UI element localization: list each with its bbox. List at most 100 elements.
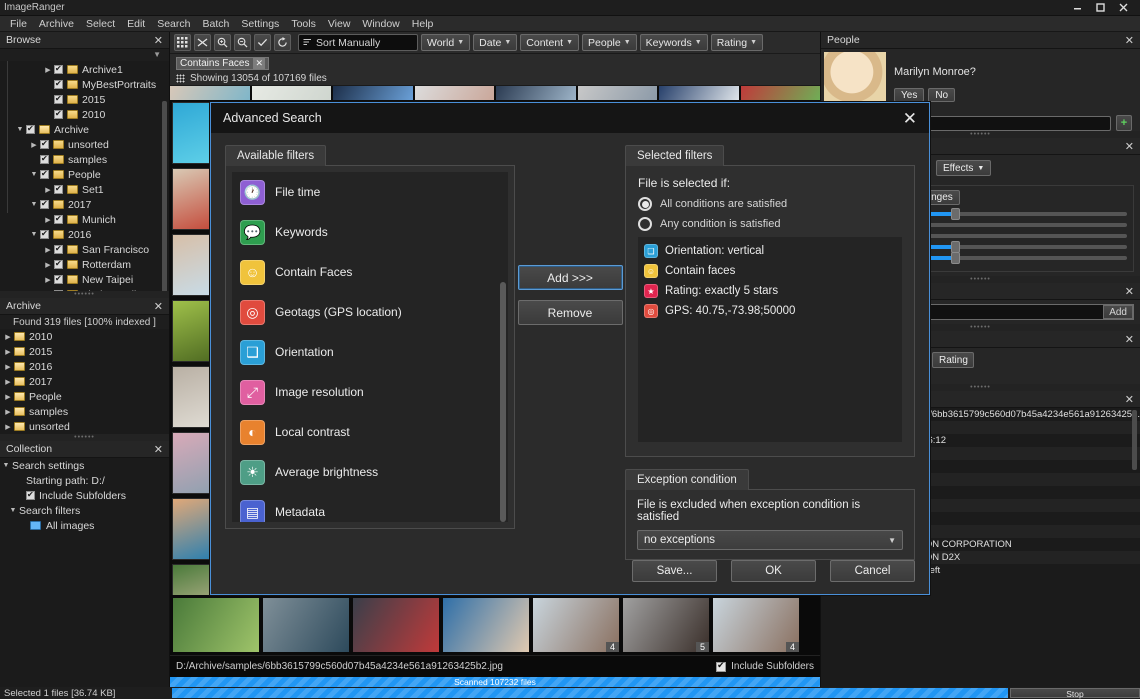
exif-scrollbar[interactable]	[1132, 410, 1137, 470]
tree-scrollbar[interactable]	[162, 101, 167, 291]
dropdown-rating[interactable]: Rating▼	[711, 34, 763, 51]
available-filter-row[interactable]: ☀Average brightness	[232, 452, 508, 492]
exif-close-icon[interactable]: ✕	[1125, 393, 1134, 406]
zoom-out-icon[interactable]	[234, 34, 251, 51]
add-filter-button[interactable]: Add >>>	[518, 265, 623, 290]
chevron-right-icon[interactable]: ▶	[2, 363, 14, 371]
filmstrip-thumbnail[interactable]: 5	[623, 598, 709, 652]
stop-button[interactable]: Stop	[1010, 688, 1140, 698]
minimize-icon[interactable]	[1071, 2, 1084, 13]
tree-item[interactable]: ▶2015	[0, 92, 169, 107]
filter-chip-contains-faces[interactable]: Contains Faces ✕	[176, 57, 269, 70]
filmstrip-thumbnail[interactable]	[353, 598, 439, 652]
chevron-right-icon[interactable]: ▶	[42, 216, 54, 224]
filmstrip-thumbnail[interactable]	[173, 598, 259, 652]
tree-item[interactable]: ▼Archive	[0, 122, 169, 137]
chevron-right-icon[interactable]: ▶	[2, 408, 14, 416]
chevron-right-icon[interactable]: ▶	[2, 333, 14, 341]
thumbnail-item[interactable]	[496, 86, 576, 100]
chip-close-icon[interactable]: ✕	[253, 58, 265, 69]
available-list-scrollbar[interactable]	[500, 282, 506, 522]
filmstrip-thumbnail[interactable]	[263, 598, 349, 652]
tab-selected-filters[interactable]: Selected filters	[625, 145, 724, 166]
tree-item-checkbox[interactable]	[26, 125, 35, 134]
tree-item[interactable]: ▶Archive1	[0, 62, 169, 77]
archive-item[interactable]: ▶2010	[0, 329, 169, 344]
effects-button[interactable]: Effects ▼	[936, 160, 991, 176]
archive-item[interactable]: ▶2016	[0, 359, 169, 374]
chevron-down-icon-2[interactable]: ▼	[7, 507, 19, 514]
menu-item-archive[interactable]: Archive	[33, 16, 80, 32]
tree-item[interactable]: ▼2016	[0, 227, 169, 242]
ok-button[interactable]: OK	[731, 560, 816, 582]
available-filter-row[interactable]: ▤Metadata	[232, 492, 508, 522]
tree-item-checkbox[interactable]	[54, 290, 63, 291]
tree-item[interactable]: ▶unsorted	[0, 137, 169, 152]
tree-item-checkbox[interactable]	[54, 95, 63, 104]
splitter-grip[interactable]: ••••••	[0, 291, 169, 298]
chevron-down-icon[interactable]: ▼	[28, 231, 40, 238]
radio-all-conditions[interactable]: All conditions are satisfied	[638, 197, 902, 211]
selected-filters-list[interactable]: ❑Orientation: vertical☺Contain faces★Rat…	[638, 237, 902, 442]
archive-item[interactable]: ▶2017	[0, 374, 169, 389]
tree-item-checkbox[interactable]	[54, 275, 63, 284]
filmstrip-thumbnail[interactable]	[443, 598, 529, 652]
tree-item-checkbox[interactable]	[54, 260, 63, 269]
chevron-right-icon[interactable]: ▶	[28, 141, 40, 149]
grid-icon[interactable]	[174, 34, 191, 51]
dropdown-keywords[interactable]: Keywords▼	[640, 34, 708, 51]
available-filter-row[interactable]: 💬Keywords	[232, 212, 508, 252]
dropdown-date[interactable]: Date▼	[473, 34, 517, 51]
tree-item-checkbox[interactable]	[54, 185, 63, 194]
chevron-down-icon[interactable]: ▼	[28, 171, 40, 178]
exception-select[interactable]: no exceptions ▼	[637, 530, 903, 550]
tree-item[interactable]: ▶San Francisco	[0, 242, 169, 257]
tree-item[interactable]: ▶Florianopolis	[0, 287, 169, 291]
chevron-right-icon[interactable]: ▶	[2, 378, 14, 386]
chevron-right-icon[interactable]: ▶	[42, 186, 54, 194]
thumbnail-item[interactable]	[333, 86, 413, 100]
chevron-right-icon[interactable]: ▶	[2, 393, 14, 401]
tree-item-checkbox[interactable]	[40, 155, 49, 164]
cancel-button[interactable]: Cancel	[830, 560, 915, 582]
menu-item-select[interactable]: Select	[80, 16, 121, 32]
tree-item-checkbox[interactable]	[54, 215, 63, 224]
tab-exception-condition[interactable]: Exception condition	[625, 469, 749, 490]
tree-item-checkbox[interactable]	[54, 65, 63, 74]
available-filter-row[interactable]: ◐Local contrast	[232, 412, 508, 452]
refresh-icon[interactable]	[274, 34, 291, 51]
collection-include-subfolders[interactable]: ▶ Include Subfolders	[0, 488, 169, 503]
selected-filter-row[interactable]: ★Rating: exactly 5 stars	[638, 281, 902, 301]
chevron-right-icon[interactable]: ▶	[2, 423, 14, 431]
chevron-right-icon[interactable]: ▶	[42, 246, 54, 254]
zoom-in-icon[interactable]	[214, 34, 231, 51]
chevron-right-icon[interactable]: ▶	[42, 81, 54, 89]
confirm-yes-button[interactable]: Yes	[894, 88, 924, 102]
add-keyword-button[interactable]: Add	[1103, 305, 1133, 319]
dialog-close-icon[interactable]: ✕	[903, 110, 917, 127]
tree-item[interactable]: ▶Rotterdam	[0, 257, 169, 272]
tree-item-checkbox[interactable]	[40, 170, 49, 179]
tree-item-checkbox[interactable]	[54, 245, 63, 254]
save-button[interactable]: Save...	[632, 560, 717, 582]
check-icon[interactable]	[254, 34, 271, 51]
menu-item-window[interactable]: Window	[356, 16, 405, 32]
chevron-right-icon[interactable]: ▶	[42, 261, 54, 269]
archive-item[interactable]: ▶samples	[0, 404, 169, 419]
collection-all-images[interactable]: All images	[0, 518, 169, 533]
thumbnail-item[interactable]	[659, 86, 739, 100]
available-filter-row[interactable]: ⤢Image resolution	[232, 372, 508, 412]
thumbnail-item[interactable]	[252, 86, 332, 100]
menu-item-batch[interactable]: Batch	[197, 16, 236, 32]
tab-available-filters[interactable]: Available filters	[225, 145, 326, 166]
chevron-down-icon[interactable]: ▼	[0, 462, 12, 469]
chevron-down-icon[interactable]: ▼	[153, 50, 161, 59]
collection-tree[interactable]: ▼ Search settings ▶ Starting path: D:/ ▶…	[0, 458, 169, 687]
archive-folder-list[interactable]: ▶2010▶2015▶2016▶2017▶People▶samples▶unso…	[0, 329, 169, 434]
available-filter-row[interactable]: 🕐File time	[232, 172, 508, 212]
dropdown-people[interactable]: People▼	[582, 34, 637, 51]
chevron-right-icon[interactable]: ▶	[42, 66, 54, 74]
chevron-right-icon[interactable]: ▶	[28, 156, 40, 164]
people-close-icon[interactable]: ✕	[1125, 34, 1134, 47]
tree-item[interactable]: ▶Munich	[0, 212, 169, 227]
